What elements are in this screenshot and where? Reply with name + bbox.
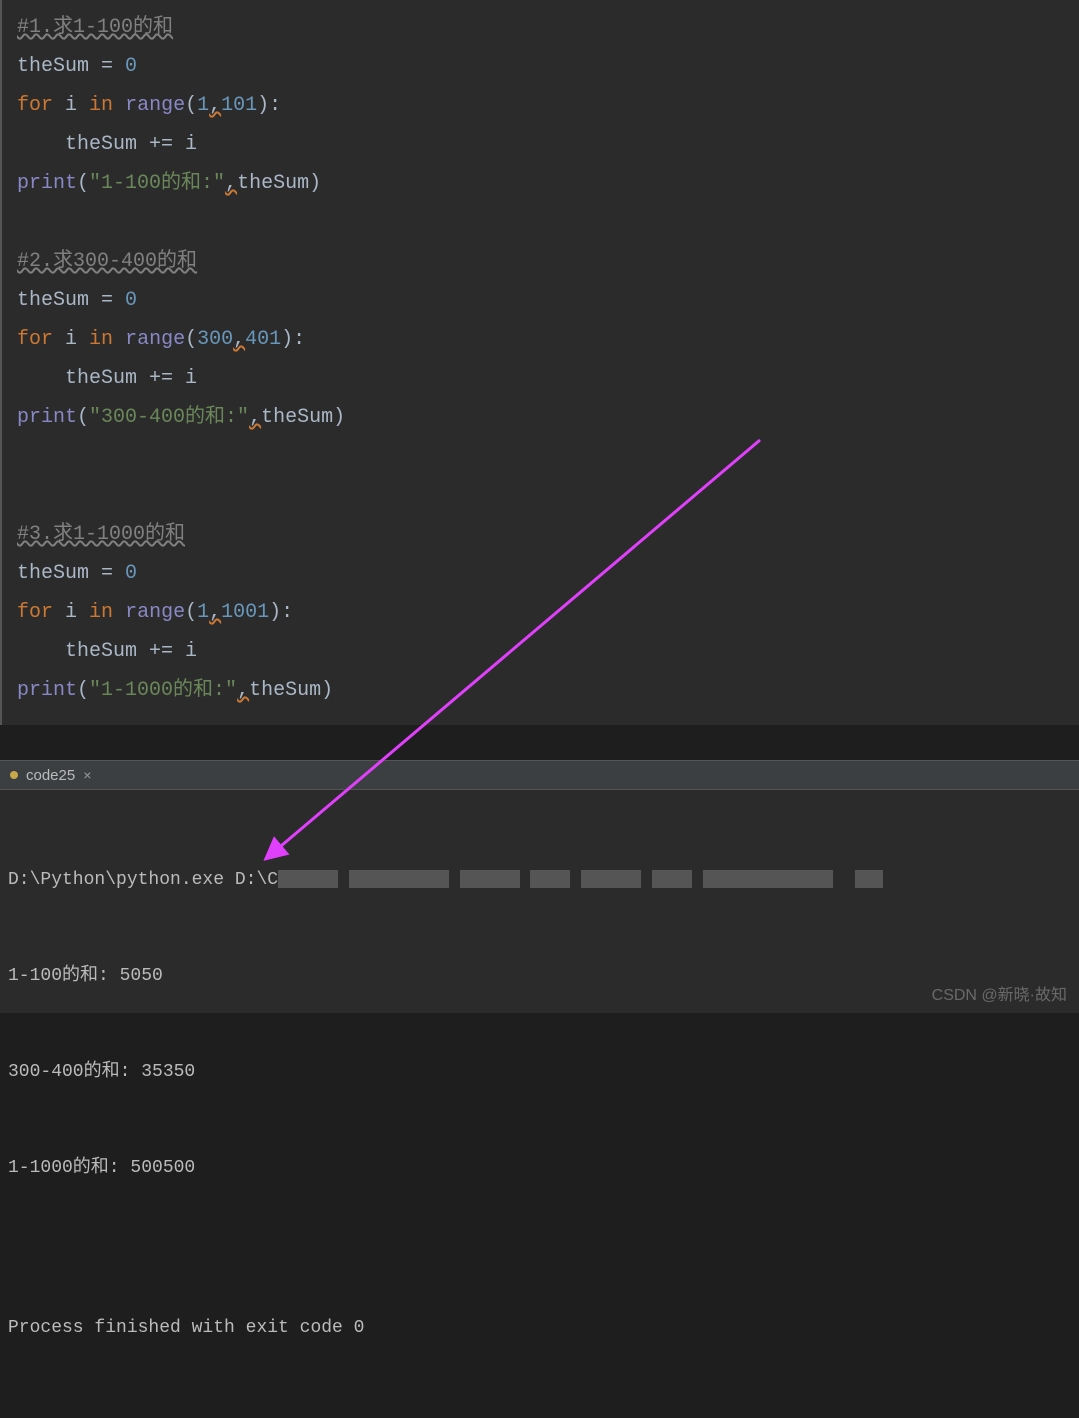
code-line: for i in range(300,401): (17, 320, 1064, 359)
console-line: D:\Python\python.exe D:\C (8, 864, 1071, 896)
code-line: theSum += i (17, 125, 1064, 164)
console-line: Process finished with exit code 0 (8, 1312, 1071, 1344)
code-line: #1.求1-100的和 (17, 8, 1064, 47)
watermark: CSDN @新晓·故知 (932, 981, 1067, 1005)
code-editor[interactable]: #1.求1-100的和 theSum = 0 for i in range(1,… (0, 0, 1079, 725)
code-line: print("300-400的和:",theSum) (17, 398, 1064, 437)
tab-bar: code25 × (0, 760, 1079, 790)
code-line (17, 203, 1064, 242)
console-output[interactable]: D:\Python\python.exe D:\C 1-100的和: 5050 … (0, 790, 1079, 1418)
code-line: print("1-1000的和:",theSum) (17, 671, 1064, 710)
run-tab[interactable]: code25 × (0, 761, 101, 789)
code-line: #3.求1-1000的和 (17, 515, 1064, 554)
console-line: 1-1000的和: 500500 (8, 1152, 1071, 1184)
code-line: print("1-100的和:",theSum) (17, 164, 1064, 203)
code-line (17, 437, 1064, 476)
code-line: theSum = 0 (17, 281, 1064, 320)
console-line: 1-100的和: 5050 (8, 960, 1071, 992)
output-panel: code25 × D:\Python\python.exe D:\C 1-100… (0, 760, 1079, 1013)
code-line: #2.求300-400的和 (17, 242, 1064, 281)
code-line: for i in range(1,1001): (17, 593, 1064, 632)
code-line: theSum = 0 (17, 47, 1064, 86)
code-line: for i in range(1,101): (17, 86, 1064, 125)
code-line: theSum += i (17, 632, 1064, 671)
console-line: 300-400的和: 35350 (8, 1056, 1071, 1088)
close-icon[interactable]: × (83, 767, 91, 783)
code-line: theSum += i (17, 359, 1064, 398)
code-line: theSum = 0 (17, 554, 1064, 593)
run-status-icon (10, 771, 18, 779)
tab-label: code25 (26, 767, 75, 784)
code-line (17, 476, 1064, 515)
